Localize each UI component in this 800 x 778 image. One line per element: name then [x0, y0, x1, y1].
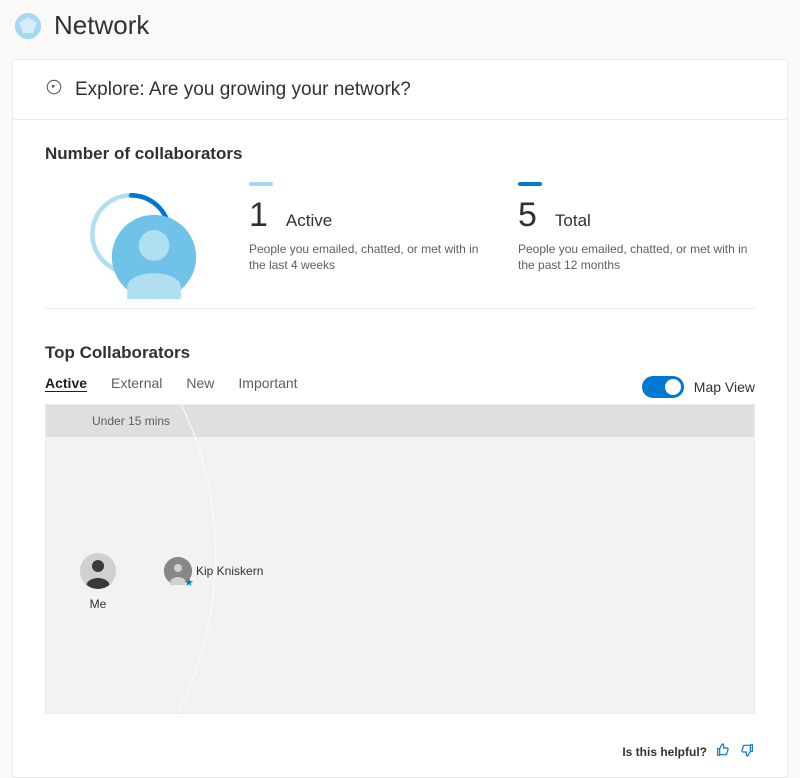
- stat-active: 1 Active People you emailed, chatted, or…: [249, 182, 486, 273]
- tab-important[interactable]: Important: [238, 375, 297, 397]
- tab-external[interactable]: External: [111, 375, 162, 397]
- map-view-label: Map View: [694, 379, 755, 395]
- helpful-question: Is this helpful?: [622, 745, 707, 759]
- total-description: People you emailed, chatted, or met with…: [518, 241, 755, 273]
- tab-new[interactable]: New: [186, 375, 214, 397]
- total-label: Total: [555, 211, 591, 231]
- map-node-me[interactable]: Me: [80, 553, 116, 611]
- avatar-me-icon: [80, 553, 116, 589]
- explore-bar[interactable]: Explore: Are you growing your network?: [13, 60, 787, 120]
- map-view-toggle[interactable]: [642, 376, 684, 398]
- stat-total: 5 Total People you emailed, chatted, or …: [518, 182, 755, 273]
- collaborator-donut-chart: [85, 188, 177, 280]
- top-collaborators-heading: Top Collaborators: [45, 343, 190, 363]
- person-avatar-icon: [108, 211, 154, 257]
- map-canvas: Under 15 mins Me: [45, 404, 755, 714]
- tabs: Active External New Important: [45, 375, 298, 398]
- total-count: 5: [518, 196, 537, 235]
- active-description: People you emailed, chatted, or met with…: [249, 241, 486, 273]
- map-node-me-label: Me: [80, 597, 116, 611]
- app-logo-icon: [14, 12, 42, 40]
- important-star-icon: ★: [184, 577, 196, 589]
- thumbs-up-icon[interactable]: [715, 742, 731, 761]
- page-title: Network: [54, 10, 149, 41]
- tab-active[interactable]: Active: [45, 375, 87, 397]
- avatar-collaborator-icon: ★: [164, 557, 192, 585]
- compass-icon: [45, 78, 63, 101]
- thumbs-down-icon[interactable]: [739, 742, 755, 761]
- active-count: 1: [249, 196, 268, 235]
- active-label: Active: [286, 211, 332, 231]
- map-node-collaborator[interactable]: ★ Kip Kniskern: [164, 557, 263, 585]
- explore-text: Explore: Are you growing your network?: [75, 79, 411, 101]
- network-card: Explore: Are you growing your network? N…: [12, 59, 788, 778]
- stat-total-marker: [518, 182, 542, 186]
- collaborators-heading: Number of collaborators: [45, 144, 755, 164]
- collaborator-name: Kip Kniskern: [196, 564, 263, 578]
- stat-active-marker: [249, 182, 273, 186]
